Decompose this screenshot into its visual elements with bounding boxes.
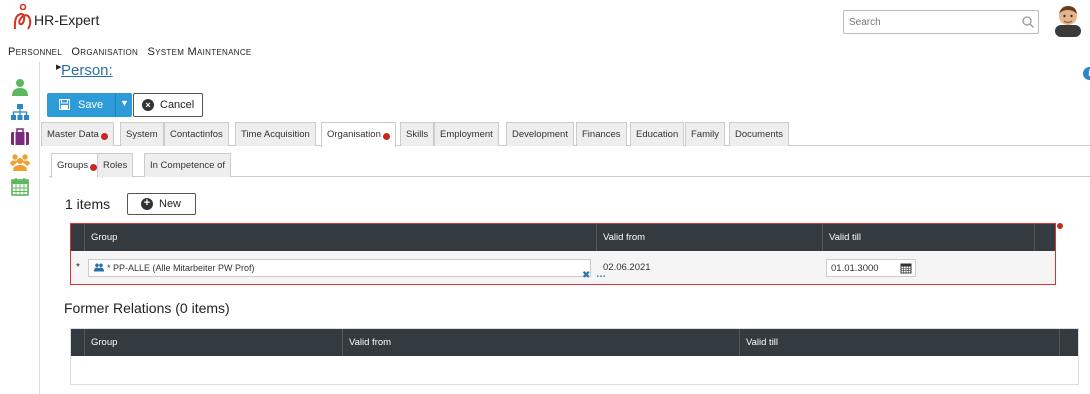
valid-from-value: 02.06.2021	[603, 262, 651, 273]
group-value: * PP-ALLE (Alle Mitarbeiter PW Prof)	[107, 263, 255, 273]
tab-label: Groups	[57, 160, 89, 171]
plus-circle-icon: +	[141, 198, 153, 210]
tab-development[interactable]: Development	[506, 122, 574, 146]
menu-organisation[interactable]: Organisation	[71, 46, 138, 58]
app-title: HR-Expert	[34, 12, 100, 28]
tab-label: In Competence of	[150, 160, 225, 171]
tab-label: System	[126, 129, 158, 140]
column-header-actions	[1034, 224, 1055, 251]
tab-skills[interactable]: Skills	[400, 122, 435, 146]
menu-personnel[interactable]: Personnel	[8, 46, 62, 58]
new-label: New	[159, 198, 182, 210]
error-badge	[382, 133, 390, 140]
group-icon[interactable]	[10, 152, 30, 172]
tab-master-data[interactable]: Master Data	[41, 122, 114, 146]
cancel-label: Cancel	[160, 99, 195, 111]
valid-till-value: 01.01.3000	[831, 263, 879, 274]
grid-header: Group Valid from Valid till	[71, 329, 1078, 356]
groups-grid: Group Valid from Valid till * * PP-ALLE …	[70, 223, 1056, 285]
column-header-group[interactable]: Group	[84, 224, 600, 251]
sub-tabs: Groups Roles In Competence of	[49, 153, 1090, 178]
valid-till-input[interactable]: 01.01.3000	[826, 259, 916, 277]
clear-icon[interactable]: ✖	[582, 270, 590, 281]
tab-contactinfos[interactable]: Contactinfos	[164, 122, 229, 146]
main-content: ▶ Person: i Save ▼ × Cancel Master Data …	[41, 62, 1090, 394]
former-relations-grid: Group Valid from Valid till	[70, 328, 1079, 385]
former-relations-title: Former Relations (0 items)	[64, 300, 230, 316]
tab-label: Time Acquisition	[241, 129, 310, 140]
close-circle-icon: ×	[142, 99, 154, 111]
cancel-button[interactable]: × Cancel	[133, 93, 203, 117]
tab-groups[interactable]: Groups	[51, 153, 104, 178]
search-icon[interactable]	[1021, 15, 1035, 29]
page-title[interactable]: Person:	[61, 62, 113, 79]
tab-label: Skills	[406, 129, 429, 140]
chevron-down-icon[interactable]: ▼	[120, 98, 129, 108]
table-row[interactable]: * * PP-ALLE (Alle Mitarbeiter PW Prof) ✖…	[71, 251, 1055, 284]
tab-label: Finances	[582, 129, 621, 140]
tab-time-acquisition[interactable]: Time Acquisition	[235, 122, 316, 146]
new-button[interactable]: + New	[127, 193, 196, 215]
calendar-picker-icon[interactable]	[900, 262, 912, 274]
column-header-group[interactable]: Group	[84, 329, 342, 356]
tab-label: Roles	[103, 160, 128, 171]
tab-education[interactable]: Education	[630, 122, 685, 146]
top-bar: HR-Expert	[0, 0, 1090, 42]
column-header-valid-from[interactable]: Valid from	[342, 329, 739, 356]
info-icon[interactable]: i	[1083, 67, 1090, 80]
save-label: Save	[78, 99, 104, 111]
tab-system[interactable]: System	[120, 122, 164, 146]
tab-label: Education	[636, 129, 679, 140]
column-header-valid-till[interactable]: Valid till	[822, 224, 1048, 251]
menu-system-maintenance[interactable]: System Maintenance	[147, 46, 251, 58]
grid-header: Group Valid from Valid till	[71, 224, 1055, 251]
save-button[interactable]: Save ▼	[47, 93, 132, 117]
briefcase-icon[interactable]	[10, 127, 30, 147]
error-indicator	[1057, 223, 1063, 229]
tab-label: Documents	[735, 129, 784, 140]
column-header-actions	[1059, 329, 1078, 356]
org-chart-icon[interactable]	[10, 102, 30, 122]
save-divider	[115, 93, 116, 117]
tab-employment[interactable]: Employment	[434, 122, 499, 146]
person-icon[interactable]	[10, 77, 30, 97]
search-input[interactable]	[843, 10, 1039, 34]
tab-in-competence-of[interactable]: In Competence of	[144, 153, 231, 177]
tab-organisation[interactable]: Organisation	[321, 122, 396, 147]
items-count: 1 items	[65, 196, 111, 212]
group-lookup-field[interactable]: * PP-ALLE (Alle Mitarbeiter PW Prof) ✖ …	[88, 259, 606, 281]
tab-family[interactable]: Family	[685, 122, 725, 146]
main-menu: Personnel Organisation System Maintenanc…	[8, 46, 258, 60]
floppy-disk-icon	[59, 99, 70, 110]
users-icon	[94, 263, 104, 272]
required-marker: *	[76, 262, 80, 273]
column-header-valid-till[interactable]: Valid till	[739, 329, 1059, 356]
tab-label: Family	[691, 129, 719, 140]
tab-label: Organisation	[327, 129, 381, 140]
tab-label: Master Data	[47, 129, 99, 140]
tab-roles[interactable]: Roles	[97, 153, 134, 177]
tab-documents[interactable]: Documents	[729, 122, 790, 146]
tab-finances[interactable]: Finances	[576, 122, 627, 146]
tab-label: Contactinfos	[170, 129, 223, 140]
calendar-icon[interactable]	[10, 177, 30, 197]
error-badge	[100, 133, 108, 140]
tab-label: Development	[512, 129, 568, 140]
main-tabs: Master Data System Contactinfos Time Acq…	[41, 122, 1090, 147]
user-avatar[interactable]	[1053, 3, 1083, 37]
left-nav	[0, 62, 40, 394]
tab-label: Employment	[440, 129, 493, 140]
hr-expert-logo	[13, 3, 32, 30]
column-header-valid-from[interactable]: Valid from	[596, 224, 822, 251]
